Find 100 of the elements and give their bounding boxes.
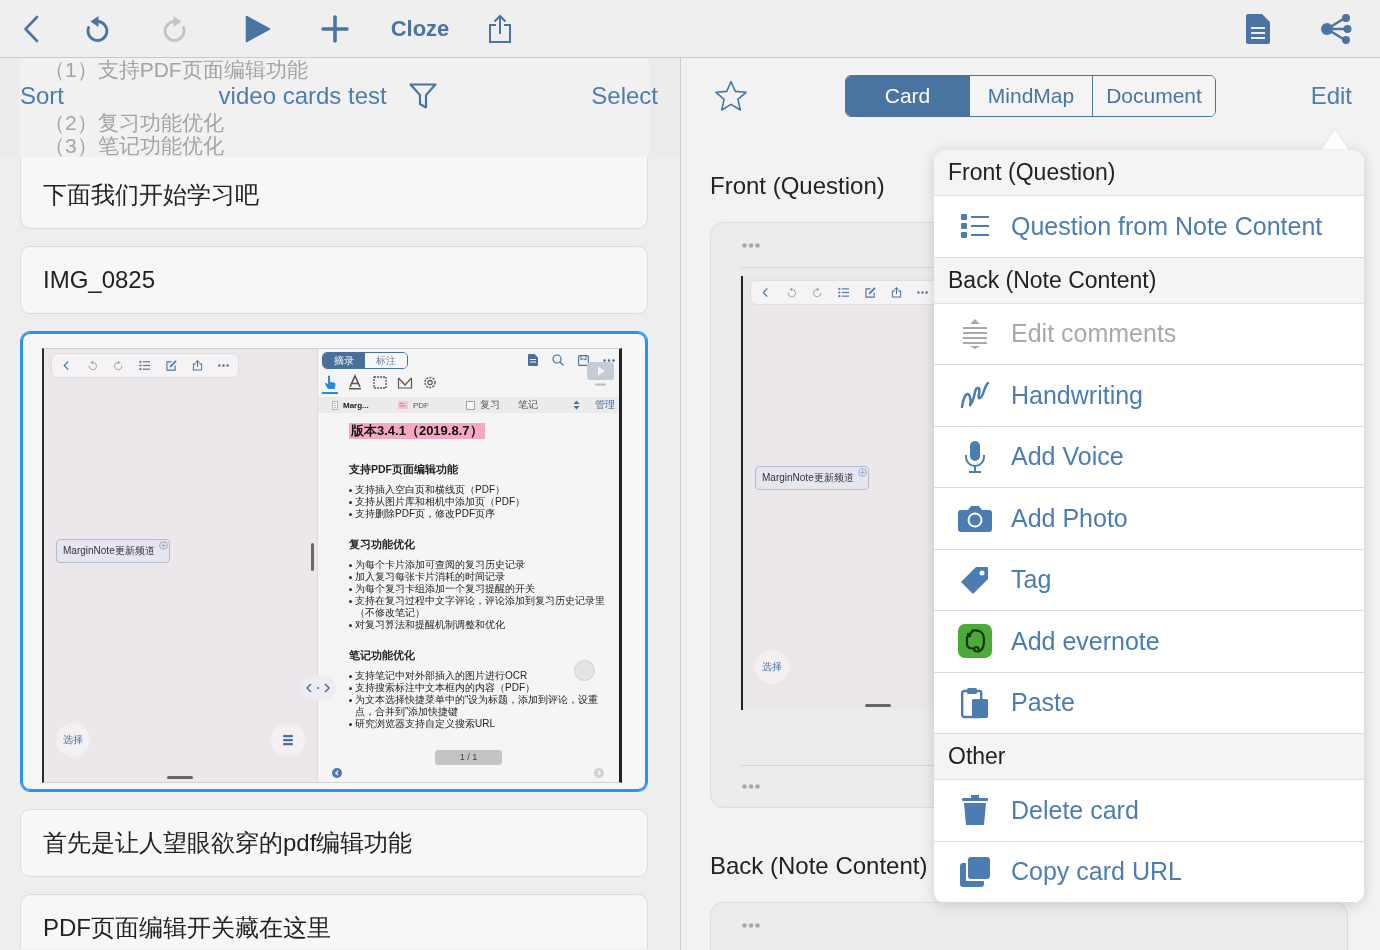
menu-item[interactable]: Copy card URL — [934, 841, 1364, 903]
bullet-icon — [349, 675, 352, 678]
redo-icon — [113, 360, 125, 371]
bullet-text: 支持搜索标注中文本框内的内容（PDF） — [355, 682, 535, 694]
menu-item[interactable]: Add Photo — [934, 488, 1364, 550]
mindmap-node: MarginNote更新频道 — [56, 539, 170, 563]
select-badge: 选择 — [755, 650, 789, 684]
menu-item[interactable]: Add Voice — [934, 426, 1364, 488]
sort-button[interactable]: Sort — [20, 82, 64, 110]
bookmark-icon — [578, 354, 589, 366]
section-heading: 支持PDF页面编辑功能 — [349, 463, 458, 476]
trash-icon — [962, 795, 988, 826]
note-text: PDF页面编辑开关藏在这里 — [43, 913, 331, 943]
note-line: （1）支持PDF页面编辑功能 — [44, 58, 308, 81]
bullet-icon — [349, 489, 352, 492]
search-icon — [552, 354, 564, 366]
share-icon — [890, 287, 902, 298]
edit-button[interactable]: Edit — [1310, 81, 1352, 110]
undo-icon — [786, 287, 798, 298]
checkbox-label: 复习 — [480, 398, 500, 412]
view-tab[interactable]: Document — [1092, 75, 1215, 116]
list-title: video cards test — [218, 82, 387, 110]
edit-icon — [864, 287, 876, 298]
clipboard-icon — [961, 686, 989, 719]
star-icon[interactable] — [714, 79, 748, 112]
scroll-indicator — [311, 543, 314, 571]
menu-item[interactable]: Add evernote — [934, 611, 1364, 673]
note-card[interactable]: 下面我们开始学习吧 — [20, 157, 648, 229]
bullet-icon — [349, 564, 352, 567]
source-tab-label: Marg... — [343, 400, 369, 410]
plus-circle-icon — [158, 541, 168, 550]
notes-label: 笔记 — [518, 398, 538, 412]
share-icon — [191, 360, 203, 371]
previous-page-icon — [332, 768, 342, 778]
bullet-text: 支持插入空白页和横线页（PDF） — [355, 484, 505, 496]
filter-icon[interactable] — [408, 83, 437, 109]
bullet-icon — [349, 600, 352, 603]
note-text: 下面我们开始学习吧 — [43, 180, 259, 210]
document-icon[interactable] — [1246, 13, 1270, 44]
note-text: 首先是让人望眼欲穿的pdf编辑功能 — [43, 828, 413, 858]
node-graph-icon[interactable] — [1320, 12, 1352, 45]
tag-icon — [960, 564, 990, 595]
file-icon — [398, 401, 408, 409]
bullet-text: 为文本选择快捷菜单中的“设为标题，添加到评论，设重点，合并到”添加快捷键 — [355, 694, 600, 718]
list-icon — [139, 360, 151, 371]
doc-tab: 摘录 — [323, 352, 365, 368]
popover-arrow — [1321, 128, 1349, 150]
next-page-icon — [594, 768, 604, 778]
note-card[interactable]: PDF页面编辑开关藏在这里 — [20, 894, 648, 949]
manage-label: 管理 — [595, 398, 615, 412]
copy-icon — [960, 856, 990, 887]
bullet-icon — [349, 513, 352, 516]
note-card[interactable]: 首先是让人望眼欲穿的pdf编辑功能 — [20, 809, 648, 877]
section-title: Back (Note Content) — [710, 852, 928, 880]
bullet-icon — [349, 699, 352, 702]
bullet-icon — [349, 687, 352, 690]
menu-section-header: Front (Question) — [934, 150, 1364, 196]
cloze-button[interactable]: Cloze — [386, 13, 454, 44]
bullet-text: 加入复习每张卡片消耗的时间记录 — [355, 571, 505, 583]
menu-item[interactable]: Paste — [934, 672, 1364, 734]
document-icon — [528, 354, 538, 366]
more-icon — [603, 358, 615, 362]
bullet-text: 支持删除PDF页，修改PDF页序 — [355, 508, 495, 520]
select-button[interactable]: Select — [591, 82, 658, 110]
source-tab-label: PDF — [413, 400, 429, 410]
undo-icon — [87, 360, 99, 371]
note-card[interactable]: IMG_0825 — [20, 246, 648, 314]
back-icon[interactable] — [23, 14, 39, 43]
note-text: IMG_0825 — [43, 265, 156, 295]
menu-section-header: Other — [934, 734, 1364, 780]
split-chevrons-icon — [300, 675, 336, 701]
bullet-text: 研究浏览器支持自定义搜索URL — [355, 718, 495, 730]
list-icon — [838, 287, 850, 298]
more-icon — [217, 364, 229, 367]
play-icon[interactable] — [245, 14, 271, 43]
redo-icon — [812, 287, 824, 298]
bullet-icon — [349, 588, 352, 591]
video-play-icon — [587, 362, 614, 386]
section-heading: 笔记功能优化 — [349, 649, 415, 662]
sort-arrows-icon — [573, 400, 580, 410]
menu-item[interactable]: Delete card — [934, 780, 1364, 842]
menu-item[interactable]: Question from Note Content — [934, 196, 1364, 258]
select-badge: 选择 — [56, 723, 90, 757]
home-indicator — [167, 776, 193, 779]
page-indicator: 1 / 1 — [435, 750, 502, 765]
floating-button-icon — [574, 660, 595, 681]
note-line: （3）笔记功能优化 — [44, 134, 224, 157]
bullet-text: 对复习算法和提醒机制调整和优化 — [355, 619, 505, 631]
bullet-text: 支持笔记中对外部插入的图片进行OCR — [355, 670, 528, 682]
share-icon[interactable] — [488, 13, 512, 44]
section-heading: 复习功能优化 — [349, 538, 415, 551]
bullet-text: 为每个复习卡组添加一个复习提醒的开关 — [355, 583, 535, 595]
menu-section-header: Back (Note Content) — [934, 257, 1364, 304]
menu-item[interactable]: Handwriting — [934, 365, 1364, 427]
undo-icon[interactable] — [85, 14, 111, 43]
home-indicator — [865, 704, 891, 707]
view-tab[interactable]: Card — [846, 75, 969, 116]
plus-icon[interactable] — [321, 14, 349, 43]
plus-circle-icon — [857, 468, 867, 477]
menu-item[interactable]: Tag — [934, 549, 1364, 611]
